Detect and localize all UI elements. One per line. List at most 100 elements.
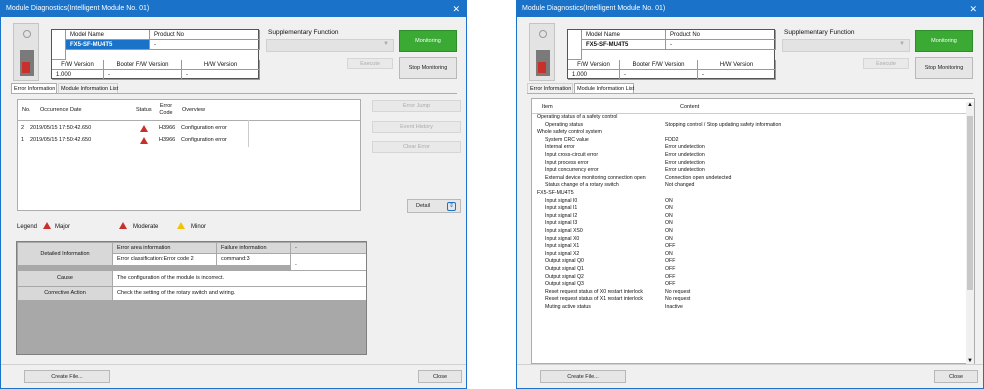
list-item[interactable]: Input signal X1 OFF xyxy=(537,243,957,251)
item-label: System CRC value xyxy=(545,136,589,143)
list-item[interactable]: Input concurrency error Error undetection xyxy=(537,167,957,175)
chevron-down-icon: ▼ xyxy=(383,41,389,47)
item-content: ON xyxy=(665,220,673,227)
item-content: No request xyxy=(665,296,691,303)
item-label: Input signal X0 xyxy=(545,235,580,242)
cause-label: Cause xyxy=(18,271,112,286)
legend-minor: Minor xyxy=(191,224,207,230)
product-no-label: Product No xyxy=(666,30,776,40)
moderate-icon xyxy=(119,222,127,229)
module-info-table: Model Name Product No FX5-SF-MU4T5 - F/W… xyxy=(567,29,776,80)
create-file-button[interactable]: Create File... xyxy=(540,370,626,383)
item-label: Reset request status of X0 restart inter… xyxy=(545,288,644,295)
item-label: Operating status of a safety control xyxy=(537,114,618,120)
monitoring-button[interactable]: Monitoring xyxy=(399,30,457,52)
detail-panel: Detailed Information Error area informat… xyxy=(16,241,367,355)
list-item[interactable]: Operating status of a safety control xyxy=(537,114,957,122)
col-occurrence-date: Occurrence Date xyxy=(40,107,82,113)
list-item[interactable]: Output signal Q0 OFF xyxy=(537,258,957,266)
create-file-button[interactable]: Create File... xyxy=(24,370,110,383)
booter-fw-value: - xyxy=(620,70,698,80)
item-label: Output signal Q1 xyxy=(545,266,584,272)
stop-monitoring-button[interactable]: Stop Monitoring xyxy=(399,57,457,79)
error-row[interactable]: 1 2019/05/15 17:50:42.650 H3966 Configur… xyxy=(18,135,248,145)
col-status: Status xyxy=(136,107,152,113)
item-content: OFF xyxy=(665,273,676,280)
area-info-label: Error area information xyxy=(113,243,216,253)
supplementary-select[interactable]: ▼ xyxy=(782,39,910,52)
detail-button[interactable]: Detail ⇕ xyxy=(407,199,461,213)
window-title: Module Diagnostics(Intelligent Module No… xyxy=(522,5,666,12)
list-item[interactable]: Output signal Q3 OFF xyxy=(537,281,957,289)
stop-monitoring-button[interactable]: Stop Monitoring xyxy=(915,57,973,79)
item-label: Whole safety control system xyxy=(537,129,602,136)
list-item[interactable]: Output signal Q1 OFF xyxy=(537,266,957,274)
item-label: Reset request status of X1 restart inter… xyxy=(545,296,644,303)
module-image xyxy=(529,23,555,81)
list-item[interactable]: System CRC value FDD2 xyxy=(537,137,957,145)
item-label: Input signal I1 xyxy=(545,205,578,212)
error-list: No. Occurrence Date Status Error Code Ov… xyxy=(17,99,361,211)
list-item[interactable]: Reset request status of X1 restart inter… xyxy=(537,296,957,304)
list-item[interactable]: Input signal X2 ON xyxy=(537,251,957,259)
scroll-thumb[interactable] xyxy=(967,116,973,290)
detail-label: Detail xyxy=(416,203,431,209)
failure-info-value: command:3 xyxy=(217,254,290,265)
close-icon[interactable]: ✕ xyxy=(452,1,460,17)
item-content: ON xyxy=(665,235,673,242)
list-item[interactable]: Operating status Stopping control / Stop … xyxy=(537,122,957,130)
legend-title: Legend xyxy=(17,224,38,230)
major-icon xyxy=(140,137,148,144)
scroll-up-icon[interactable]: ▲ xyxy=(967,102,973,108)
error-jump-button[interactable]: Error Jump xyxy=(372,100,461,112)
fw-version-value: 1.000 xyxy=(52,70,104,80)
item-label: Input signal I3 xyxy=(545,220,578,227)
list-item[interactable]: FX5-SF-MU4T5 xyxy=(537,190,957,198)
item-label: External device monitoring connection op… xyxy=(545,174,646,181)
item-content: Error undetection xyxy=(665,152,705,158)
list-item[interactable]: Input signal I2 ON xyxy=(537,213,957,221)
list-item[interactable]: Whole safety control system xyxy=(537,129,957,137)
close-button[interactable]: Close xyxy=(418,370,462,383)
clear-error-button[interactable]: Clear Error xyxy=(372,141,461,153)
list-item[interactable]: Input signal X0 ON xyxy=(537,236,957,244)
item-label: Output signal Q3 xyxy=(545,281,584,288)
list-item[interactable]: External device monitoring connection op… xyxy=(537,175,957,183)
list-item[interactable]: Reset request status of X0 restart inter… xyxy=(537,289,957,297)
title-bar: Module Diagnostics(Intelligent Module No… xyxy=(517,1,983,17)
execute-button[interactable]: Execute xyxy=(347,58,393,69)
close-icon[interactable]: ✕ xyxy=(969,1,977,17)
list-item[interactable]: Muting active status Inactive xyxy=(537,304,957,312)
supplementary-select[interactable]: ▼ xyxy=(266,39,394,52)
product-no-value: - xyxy=(150,40,260,50)
list-item[interactable]: Input signal I1 ON xyxy=(537,205,957,213)
vertical-scrollbar[interactable]: ▲ ▼ xyxy=(966,102,974,364)
item-label: Input signal XS0 xyxy=(545,228,583,234)
item-label: Output signal Q2 xyxy=(545,273,584,280)
list-item[interactable]: Input signal I0 ON xyxy=(537,198,957,206)
item-content: Error undetection xyxy=(665,144,705,151)
item-label: Output signal Q0 xyxy=(545,258,584,265)
list-item[interactable]: Input process error Error undetection xyxy=(537,160,957,168)
item-content: Error undetection xyxy=(665,159,705,166)
item-label: Input process error xyxy=(545,159,589,166)
fw-version-label: F/W Version xyxy=(568,60,620,70)
item-content: Connection open undetected xyxy=(665,174,732,181)
list-item[interactable]: Status change of a rotary switch Not chan… xyxy=(537,182,957,190)
monitoring-button[interactable]: Monitoring xyxy=(915,30,973,52)
fw-version-value: 1.000 xyxy=(568,70,620,80)
bottom-bar: Create File... Close xyxy=(517,364,983,388)
item-content: OFF xyxy=(665,243,676,250)
close-button[interactable]: Close xyxy=(934,370,978,383)
item-label: Input signal X2 xyxy=(545,250,580,257)
list-item[interactable]: Input signal XS0 ON xyxy=(537,228,957,236)
list-item[interactable]: Internal error Error undetection xyxy=(537,144,957,152)
legend-moderate: Moderate xyxy=(133,224,159,230)
list-item[interactable]: Input signal I3 ON xyxy=(537,220,957,228)
list-item[interactable]: Input cross-circuit error Error undetecti… xyxy=(537,152,957,160)
event-history-button[interactable]: Event History xyxy=(372,121,461,133)
cause-value: The configuration of the module is incor… xyxy=(113,271,366,286)
execute-button[interactable]: Execute xyxy=(863,58,909,69)
error-row[interactable]: 2 2019/05/15 17:50:42.650 H3966 Configur… xyxy=(18,123,248,133)
list-item[interactable]: Output signal Q2 OFF xyxy=(537,274,957,282)
